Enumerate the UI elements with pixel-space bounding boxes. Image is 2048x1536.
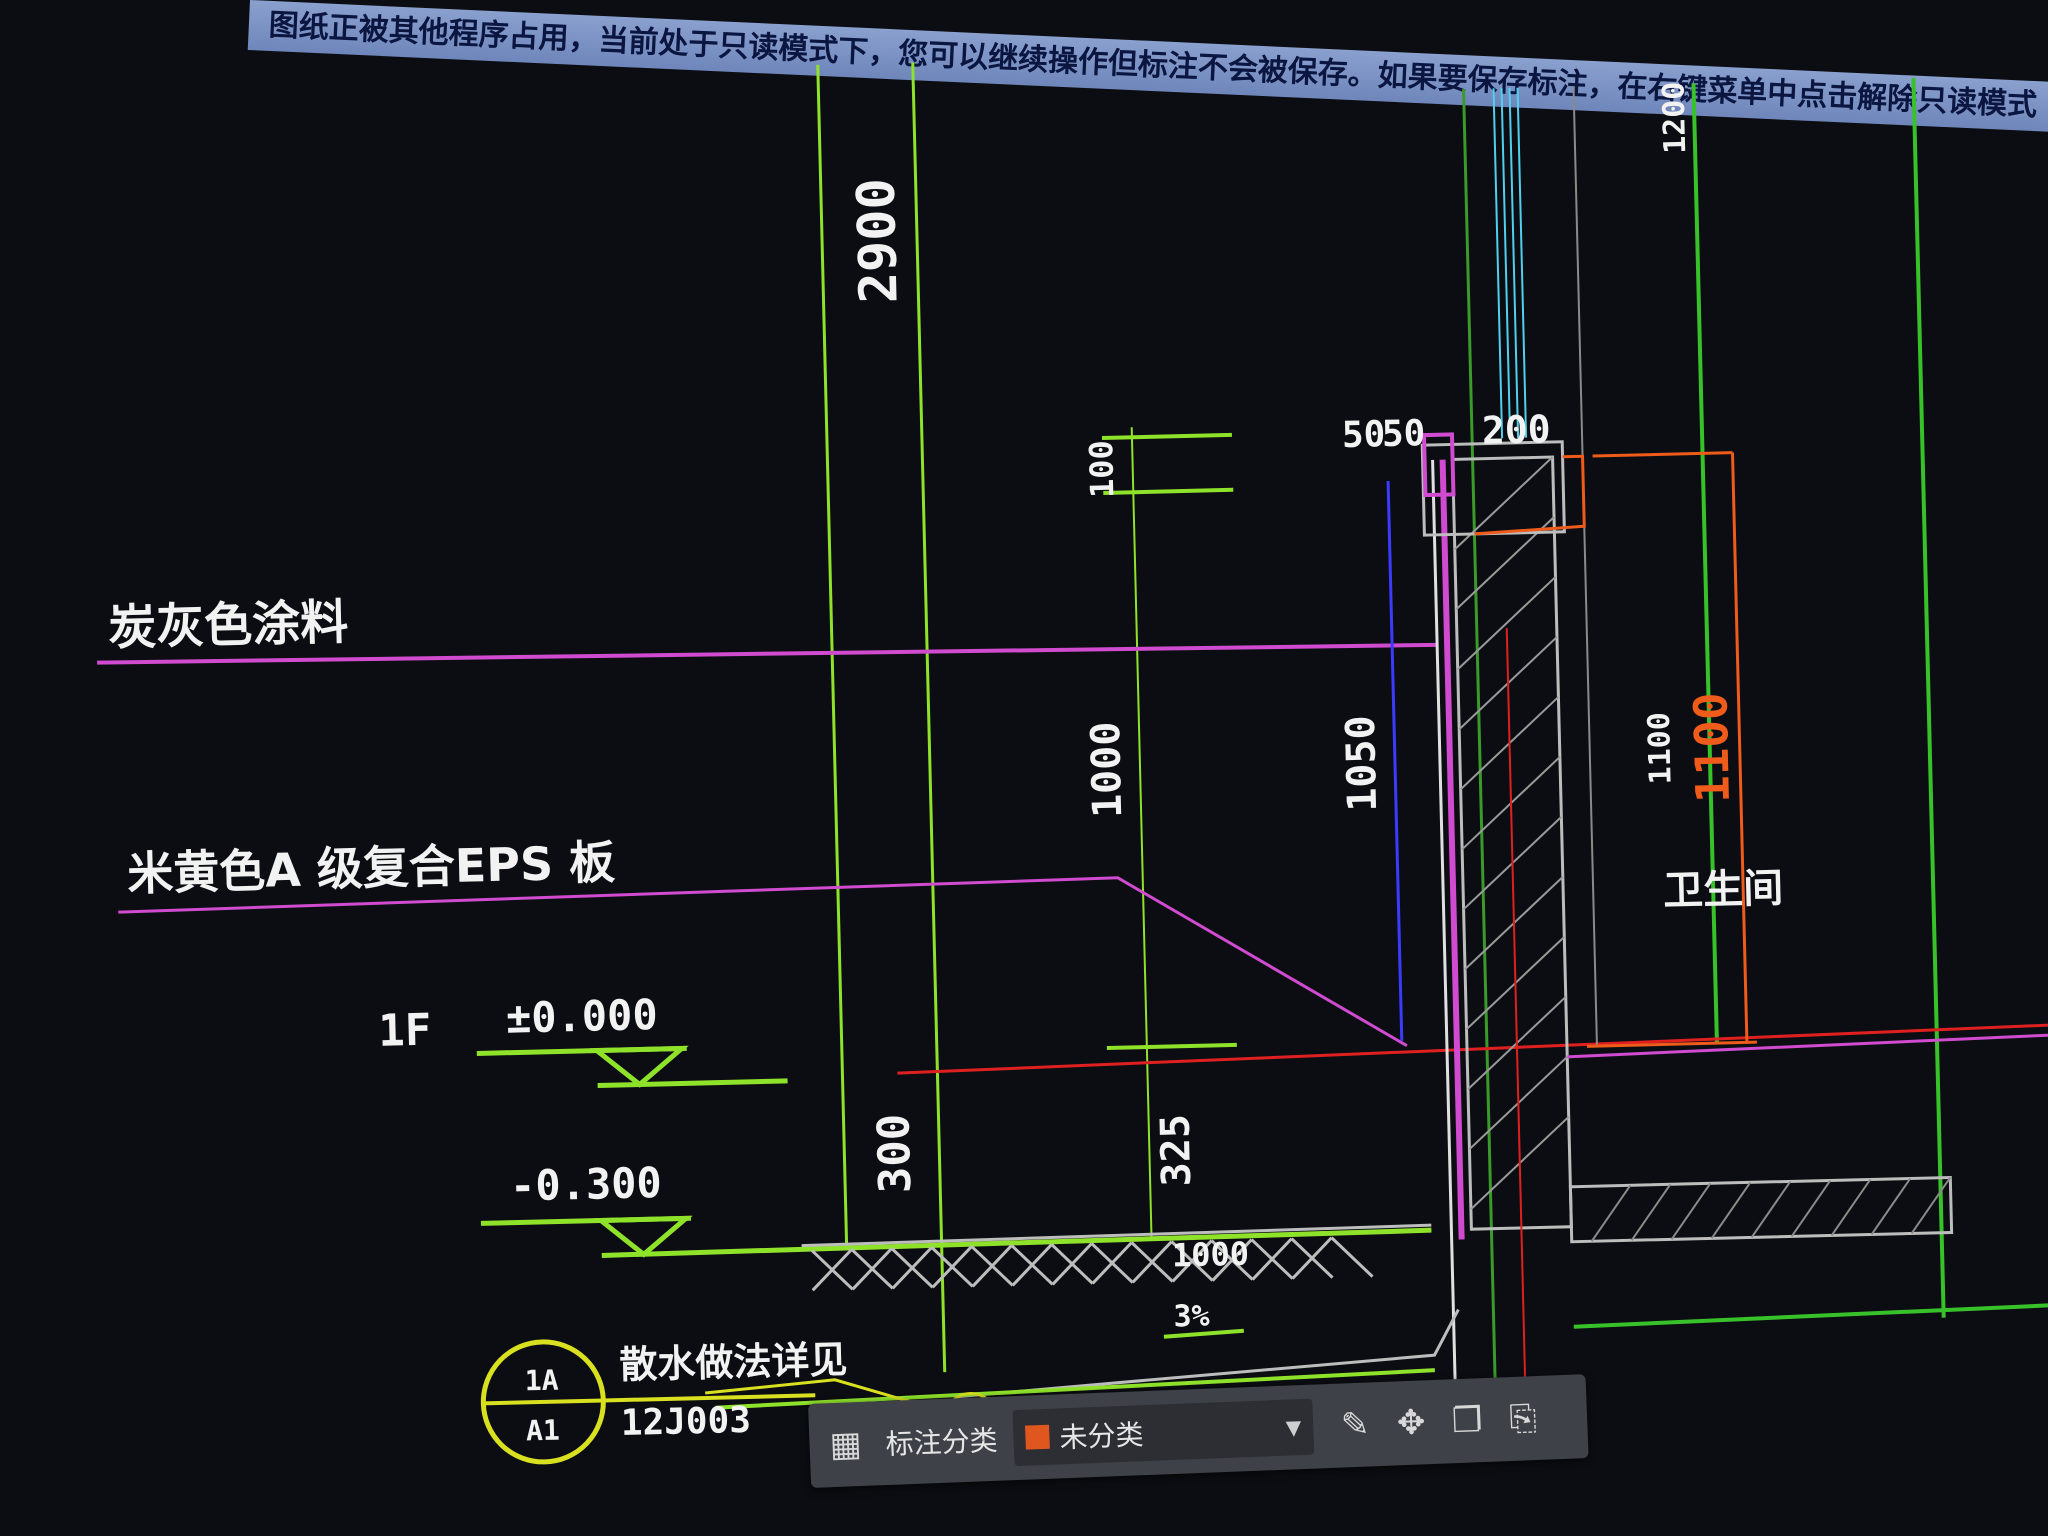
dim-50-a: 50 [1341, 414, 1385, 456]
dim-1100-orange: 1100 [1683, 692, 1740, 804]
dim-tick-1000-bottom [1106, 1042, 1237, 1051]
gray-edge-line [1572, 86, 1598, 1047]
label-slope: 3% [1173, 1299, 1210, 1335]
orange-dim-top [1592, 451, 1733, 458]
dim-50-b: 50 [1381, 413, 1425, 455]
category-label: 标注分类 [884, 1423, 999, 1462]
red-axis-line [1505, 628, 1527, 1408]
dim-1050: 1050 [1338, 715, 1386, 812]
detail-sheet: A1 [526, 1414, 561, 1448]
label-charcoal-coating: 炭灰色涂料 [108, 594, 349, 656]
paste-icon[interactable]: ⎘ [1500, 1396, 1546, 1442]
dim-200: 200 [1481, 407, 1551, 453]
label-eps-board: 米黄色A 级复合EPS 板 [127, 835, 616, 901]
edit-icon[interactable]: ✎ [1332, 1402, 1378, 1448]
category-select[interactable]: 未分类 ▼ [1012, 1398, 1315, 1467]
label-room: 卫生间 [1663, 865, 1784, 914]
grid-line-d [1911, 78, 1946, 1318]
detail-callout-divider [483, 1398, 604, 1406]
dim-325: 325 [1153, 1114, 1201, 1187]
move-icon[interactable]: ✥ [1388, 1400, 1434, 1446]
detail-number: 1A [524, 1364, 559, 1398]
label-elev-zero: ±0.000 [505, 990, 658, 1043]
dim-tick-top [1101, 432, 1232, 440]
window-frame-lines [1492, 87, 1528, 439]
dim-1000-horizontal: 1000 [1171, 1235, 1249, 1275]
elev-neg-triangle [593, 1215, 693, 1258]
slab-hatch [1590, 1176, 1952, 1242]
label-floor: 1F [378, 1005, 432, 1057]
dim-2900: 2900 [847, 177, 910, 304]
eps-layer [1439, 459, 1465, 1240]
blue-dim-line [1386, 480, 1404, 1041]
elev-zero-base [597, 1078, 788, 1089]
grid-line-e [1462, 89, 1499, 1449]
dim-300: 300 [868, 1113, 921, 1194]
floor-level-line [897, 1023, 2048, 1075]
dim-1000-vertical: 1000 [1083, 721, 1131, 818]
detail-callout-leader [603, 1393, 816, 1403]
cap-outline-orange [1474, 454, 1586, 536]
dim-1100-white: 1100 [1642, 712, 1679, 785]
category-selected-value: 未分类 [1058, 1418, 1145, 1455]
ground-line-right [1573, 1302, 2048, 1329]
elev-zero-triangle [589, 1045, 689, 1088]
dim-line-1000 [1130, 427, 1153, 1238]
floor-slab [1568, 1175, 1954, 1244]
label-detail-ref: 12J003 [620, 1400, 751, 1444]
label-apron-note: 散水做法详见 [619, 1337, 848, 1387]
category-color-swatch [1025, 1424, 1050, 1450]
label-elev-neg: -0.300 [509, 1158, 662, 1211]
dim-1200: 1200 [1656, 81, 1693, 154]
drawing-content: 炭灰色涂料 米黄色A 级复合EPS 板 1F ±0.000 -0.300 1A … [97, 62, 2048, 1465]
grid-icon[interactable]: ▦ [823, 1422, 869, 1468]
copy-icon[interactable]: ❐ [1444, 1398, 1490, 1444]
dim-100: 100 [1082, 440, 1121, 499]
dim-tick-100 [1103, 487, 1234, 495]
cad-drawing-canvas[interactable]: 炭灰色涂料 米黄色A 级复合EPS 板 1F ±0.000 -0.300 1A … [0, 0, 2048, 1536]
chevron-down-icon: ▼ [1285, 1415, 1302, 1440]
